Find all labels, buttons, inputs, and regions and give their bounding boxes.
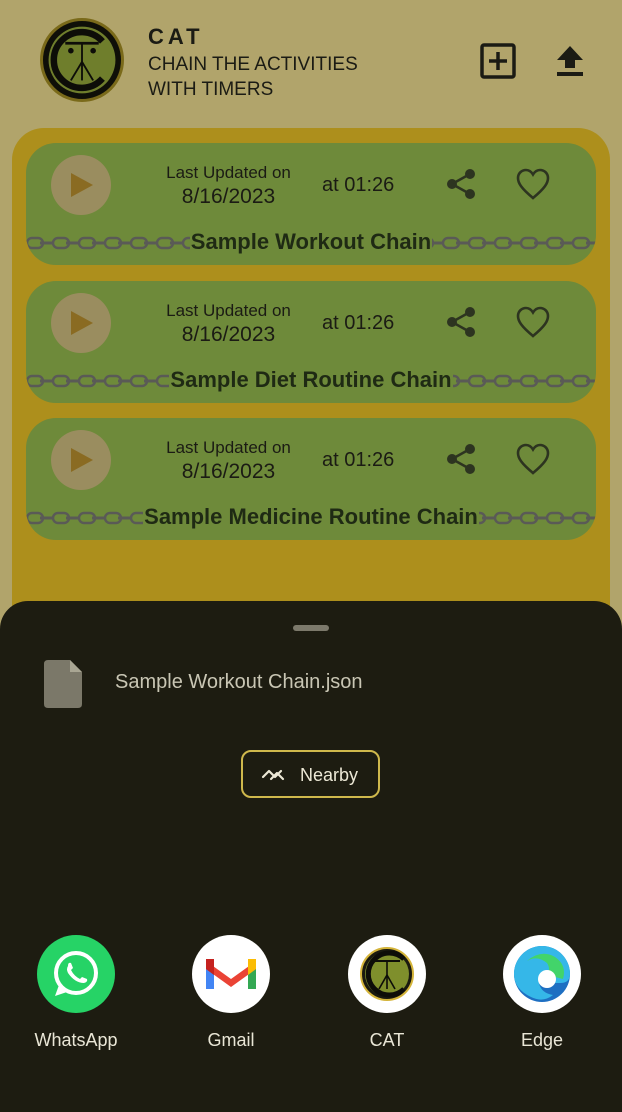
last-updated-label: Last Updated on <box>166 438 291 457</box>
chain-title: Sample Medicine Routine Chain <box>143 504 479 529</box>
play-button[interactable] <box>51 293 111 353</box>
drag-handle[interactable] <box>293 625 329 631</box>
chain-title: Sample Workout Chain <box>189 229 433 254</box>
edge-icon <box>503 935 581 1013</box>
upload-icon <box>557 46 583 76</box>
app-subtitle: CHAIN THE ACTIVITIES WITH TIMERS <box>148 54 358 100</box>
share-icon[interactable] <box>444 305 478 339</box>
chain-card[interactable]: Last Updated on 8/16/2023 at 01:26 Sampl… <box>26 418 596 540</box>
nearby-share-icon <box>261 765 287 785</box>
share-target-gmail[interactable]: Gmail <box>171 935 291 1065</box>
nearby-label: Nearby <box>300 765 359 785</box>
play-button[interactable] <box>51 155 111 215</box>
last-updated-time: at 01:26 <box>322 449 395 471</box>
upload-button[interactable] <box>551 42 589 80</box>
app-header: CAT CHAIN THE ACTIVITIES WITH TIMERS <box>0 0 622 120</box>
play-icon <box>71 173 93 197</box>
cat-icon <box>348 935 426 1013</box>
favorite-heart-icon[interactable] <box>515 167 551 201</box>
chain-card[interactable]: Last Updated on 8/16/2023 at 01:26 Sampl… <box>26 281 596 403</box>
last-updated-label: Last Updated on <box>166 163 291 182</box>
share-target-label: Gmail <box>207 1030 255 1050</box>
share-icon[interactable] <box>444 167 478 201</box>
play-icon <box>71 311 93 335</box>
nearby-share-button[interactable]: Nearby <box>241 750 380 798</box>
shared-file-name: Sample Workout Chain.json <box>115 671 363 693</box>
share-target-edge[interactable]: Edge <box>482 935 602 1065</box>
share-target-cat[interactable]: CAT <box>327 935 447 1065</box>
chain-title: Sample Diet Routine Chain <box>169 367 453 392</box>
share-sheet: Sample Workout Chain.json Nearby WhatsAp… <box>0 601 622 1112</box>
app-title: CAT <box>148 24 204 49</box>
share-target-label: CAT <box>369 1030 405 1050</box>
last-updated-date: 8/16/2023 <box>181 460 276 483</box>
last-updated-label: Last Updated on <box>166 301 291 320</box>
share-icon[interactable] <box>444 442 478 476</box>
share-target-label: Edge <box>520 1030 564 1050</box>
play-icon <box>71 448 93 472</box>
gmail-icon <box>192 935 270 1013</box>
share-target-whatsapp[interactable]: WhatsApp <box>16 935 136 1065</box>
chain-card[interactable]: Last Updated on 8/16/2023 at 01:26 Sampl… <box>26 143 596 265</box>
favorite-heart-icon[interactable] <box>515 305 551 339</box>
last-updated-date: 8/16/2023 <box>181 323 276 346</box>
add-box-icon <box>480 43 516 79</box>
share-target-label: WhatsApp <box>34 1030 118 1050</box>
file-icon <box>44 660 82 708</box>
favorite-heart-icon[interactable] <box>515 442 551 476</box>
whatsapp-icon <box>37 935 115 1013</box>
play-button[interactable] <box>51 430 111 490</box>
last-updated-time: at 01:26 <box>322 174 395 196</box>
last-updated-time: at 01:26 <box>322 312 395 334</box>
add-chain-button[interactable] <box>479 42 517 80</box>
app-logo <box>40 18 124 102</box>
last-updated-date: 8/16/2023 <box>181 185 276 208</box>
